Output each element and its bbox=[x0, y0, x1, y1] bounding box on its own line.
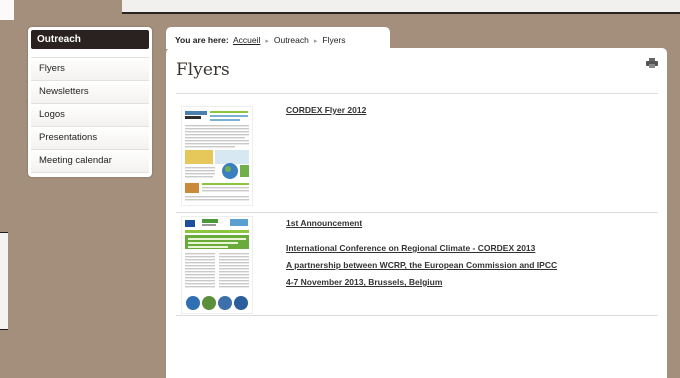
flyer-link-conference[interactable]: International Conference on Regional Cli… bbox=[286, 243, 535, 253]
flyer-thumbnail-cordex-2013[interactable] bbox=[181, 216, 253, 314]
sidebar-item-flyers[interactable]: Flyers bbox=[31, 58, 149, 81]
print-icon[interactable] bbox=[646, 58, 658, 68]
background-window-panel bbox=[122, 0, 680, 14]
flyer-link-announcement[interactable]: 1st Announcement bbox=[286, 218, 362, 228]
breadcrumb-separator-icon: ▸ bbox=[313, 38, 318, 45]
background-window-corner bbox=[0, 0, 14, 20]
page-title: Flyers bbox=[176, 60, 230, 80]
sidebar-header: Outreach bbox=[31, 30, 149, 49]
main-content: Flyers CORDEX Flyer 2012 1st Announcemen… bbox=[166, 48, 667, 378]
flyer-link-dates[interactable]: 4-7 November 2013, Brussels, Belgium bbox=[286, 277, 442, 287]
breadcrumb-separator-icon: ▸ bbox=[265, 38, 269, 45]
breadcrumb: You are here: Accueil ▸ Outreach ▸ Flyers bbox=[166, 27, 390, 49]
divider bbox=[176, 212, 658, 213]
breadcrumb-label: You are here: bbox=[175, 35, 229, 45]
sidebar-item-presentations[interactable]: Presentations bbox=[31, 127, 149, 150]
divider bbox=[176, 315, 658, 316]
background-window-left bbox=[0, 232, 8, 330]
breadcrumb-item-current: Flyers bbox=[322, 35, 346, 45]
breadcrumb-link-accueil[interactable]: Accueil bbox=[233, 35, 260, 45]
flyer-thumbnail-cordex-2012[interactable] bbox=[181, 106, 253, 206]
sidebar-item-logos[interactable]: Logos bbox=[31, 104, 149, 127]
breadcrumb-item-outreach: Outreach bbox=[273, 35, 309, 45]
sidebar: Outreach Flyers Newsletters Logos Presen… bbox=[28, 27, 152, 177]
divider bbox=[176, 93, 658, 94]
sidebar-item-newsletters[interactable]: Newsletters bbox=[31, 81, 149, 104]
sidebar-item-meeting-calendar[interactable]: Meeting calendar bbox=[31, 150, 149, 173]
sidebar-menu: Flyers Newsletters Logos Presentations M… bbox=[31, 57, 149, 173]
flyer-link-cordex-2012[interactable]: CORDEX Flyer 2012 bbox=[286, 105, 366, 115]
flyer-link-partnership[interactable]: A partnership between WCRP, the European… bbox=[286, 260, 557, 270]
